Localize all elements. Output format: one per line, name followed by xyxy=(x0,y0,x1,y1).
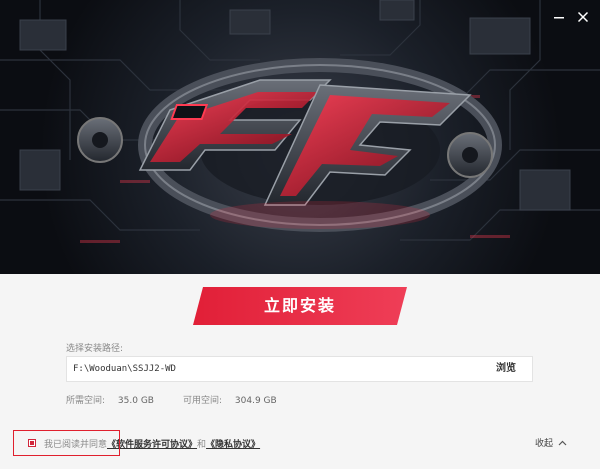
checkbox-checked-mark xyxy=(30,441,34,445)
hero-banner xyxy=(0,0,600,274)
close-button[interactable] xyxy=(572,6,594,28)
game-logo-artwork xyxy=(0,0,600,274)
required-space: 所需空间: 35.0 GB xyxy=(66,393,154,406)
collapse-button[interactable]: 收起 xyxy=(535,436,567,449)
collapse-label: 收起 xyxy=(535,439,554,449)
agreement-checkbox[interactable] xyxy=(28,439,36,447)
required-space-value: 35.0 GB xyxy=(117,396,154,406)
install-path-label: 选择安装路径: xyxy=(66,344,124,354)
install-path-input[interactable] xyxy=(73,357,463,381)
install-path-box: 浏览 xyxy=(66,356,533,382)
available-space-value: 304.9 GB xyxy=(234,396,277,406)
available-space-label: 可用空间: xyxy=(183,396,223,406)
agreement-row: 我已阅读并同意 《软件服务许可协议》 和 《隐私协议》 xyxy=(28,437,260,450)
browse-button[interactable]: 浏览 xyxy=(480,357,532,381)
agreement-conjunction: 和 xyxy=(197,439,207,450)
minimize-icon xyxy=(554,17,564,19)
install-now-label: 立即安装 xyxy=(263,296,336,315)
close-icon xyxy=(577,11,589,23)
chevron-up-icon xyxy=(558,440,567,445)
available-space: 可用空间: 304.9 GB xyxy=(183,393,277,406)
minimize-button[interactable] xyxy=(548,6,570,28)
agreement-prefix: 我已阅读并同意 xyxy=(44,439,108,450)
install-now-button[interactable]: 立即安装 xyxy=(193,287,407,325)
required-space-label: 所需空间: xyxy=(66,396,106,406)
privacy-agreement-link[interactable]: 《隐私协议》 xyxy=(206,437,260,450)
license-agreement-link[interactable]: 《软件服务许可协议》 xyxy=(107,437,197,450)
